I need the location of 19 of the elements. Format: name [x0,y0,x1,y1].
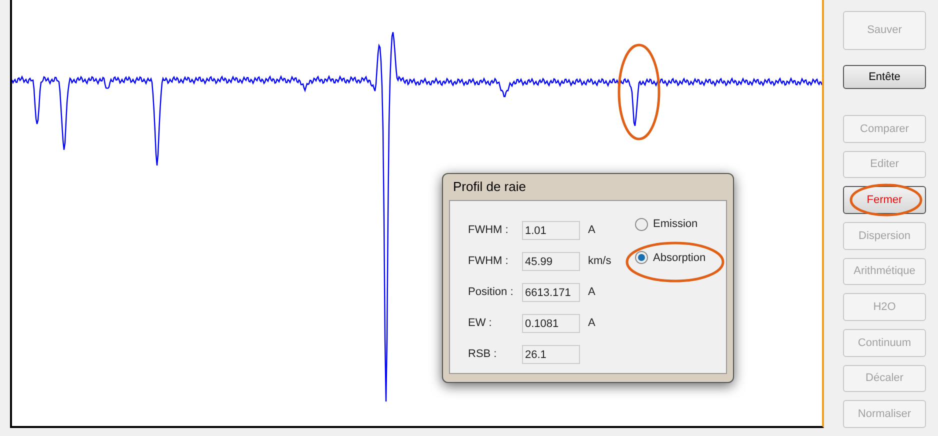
field-label: FWHM : [468,223,510,238]
value-field[interactable]: 0.1081 [522,314,580,333]
radio-button[interactable] [635,251,648,264]
field-label: RSB : [468,347,498,362]
radio-button[interactable] [635,218,648,231]
value-field[interactable]: 45.99 [522,252,580,271]
value-field[interactable]: 26.1 [522,345,580,364]
field-label: EW : [468,316,493,332]
unit-label: A [588,223,596,238]
value-field[interactable]: 1.01 [522,221,580,240]
field-label: Position : [468,285,514,300]
action-button[interactable]: Entête [843,65,926,90]
field-label: FWHM : [468,254,510,270]
value-field[interactable]: 6613.171 [522,283,580,302]
radio-option[interactable]: Emission [635,216,706,232]
window-title: Profil de raie [452,178,527,196]
unit-label: A [588,316,596,332]
unit-label: km/s [588,254,612,270]
unit-label: A [588,285,596,300]
